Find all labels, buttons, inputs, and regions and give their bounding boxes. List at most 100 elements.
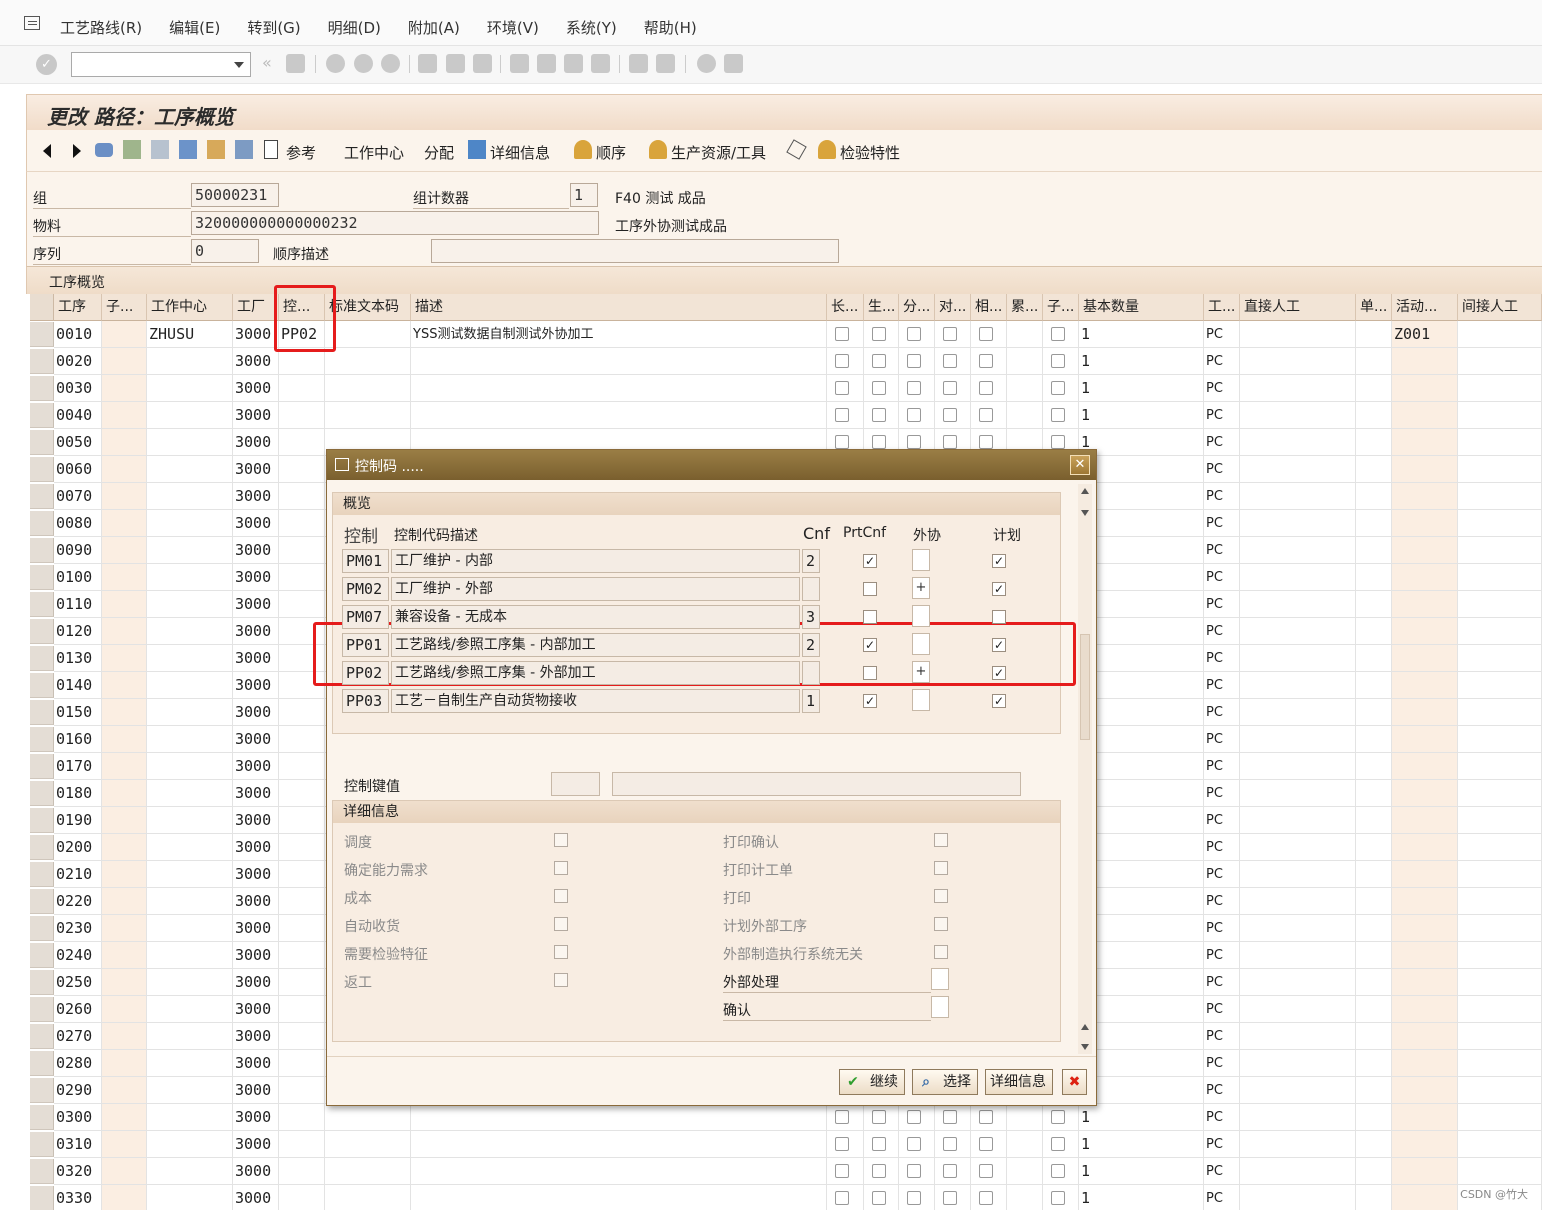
continue-button[interactable]: ✔ 继续 [839,1069,905,1095]
suboperation-cell[interactable] [102,834,147,861]
menu-item[interactable]: 编辑(E) [169,17,220,38]
find-icon[interactable] [446,54,465,73]
unit-cell[interactable]: PC [1204,591,1240,618]
direct-labor-cell[interactable] [1240,915,1356,942]
base-quantity-cell[interactable] [1079,1050,1204,1077]
direct-labor-cell[interactable] [1240,537,1356,564]
plant-cell[interactable]: 3000 [233,1104,279,1131]
detail-info-button[interactable]: 详细信息 [985,1069,1053,1095]
indirect-labor-cell[interactable] [1458,996,1542,1023]
row-selector[interactable] [30,619,54,644]
unit2-cell[interactable] [1356,780,1392,807]
base-quantity-cell[interactable] [1079,456,1204,483]
operation-cell[interactable]: 0230 [54,915,102,942]
cumulate-cell[interactable] [1007,375,1043,402]
suboperation-cell[interactable] [102,888,147,915]
suboperation-cell[interactable] [102,1023,147,1050]
unit-cell[interactable]: PC [1204,780,1240,807]
detail-button[interactable]: 详细信息 [490,142,550,163]
operation-checkbox[interactable] [979,354,993,368]
base-quantity-cell[interactable] [1079,996,1204,1023]
unit-cell[interactable]: PC [1204,915,1240,942]
column-header[interactable]: 分... [899,294,935,321]
operation-cell[interactable]: 0020 [54,348,102,375]
plant-cell[interactable]: 3000 [233,915,279,942]
assign-button[interactable]: 分配 [424,142,454,163]
shortcut-icon[interactable] [656,54,675,73]
work-center-cell[interactable] [147,591,233,618]
description-cell[interactable] [411,1131,827,1158]
operation-cell[interactable]: 0190 [54,807,102,834]
work-center-cell[interactable] [147,456,233,483]
operation-checkbox[interactable] [943,435,957,449]
unit2-cell[interactable] [1356,726,1392,753]
operation-checkbox[interactable] [835,435,849,449]
direct-labor-cell[interactable] [1240,942,1356,969]
column-header[interactable]: 活动... [1392,294,1458,321]
unit2-cell[interactable] [1356,348,1392,375]
activity-type-cell[interactable] [1392,348,1458,375]
row-selector[interactable] [30,1105,54,1130]
group-field[interactable]: 50000231 [191,183,279,207]
control-key-code[interactable]: PP03 [342,689,389,713]
indirect-labor-cell[interactable] [1458,1104,1542,1131]
unit2-cell[interactable] [1356,996,1392,1023]
indirect-labor-cell[interactable] [1458,1050,1542,1077]
indirect-labor-cell[interactable] [1458,672,1542,699]
row-selector[interactable] [30,889,54,914]
column-header[interactable]: 直接人工 [1240,294,1356,321]
control-key-cell[interactable] [279,537,325,564]
indirect-labor-cell[interactable] [1458,888,1542,915]
work-center-cell[interactable] [147,726,233,753]
indirect-labor-cell[interactable] [1458,834,1542,861]
operation-checkbox[interactable] [979,1137,993,1151]
direct-labor-cell[interactable] [1240,1077,1356,1104]
operation-cell[interactable]: 0260 [54,996,102,1023]
back-icon[interactable] [326,54,345,73]
row-selector[interactable] [30,862,54,887]
activity-type-cell[interactable] [1392,375,1458,402]
cancel-icon[interactable] [381,54,400,73]
operation-checkbox[interactable] [835,381,849,395]
plant-cell[interactable]: 3000 [233,942,279,969]
indirect-labor-cell[interactable] [1458,645,1542,672]
control-key-description-field[interactable] [612,772,1021,796]
base-quantity-cell[interactable]: 1 [1079,402,1204,429]
work-center-cell[interactable] [147,672,233,699]
work-center-cell[interactable] [147,888,233,915]
plant-cell[interactable]: 3000 [233,591,279,618]
external-indicator[interactable] [912,549,930,571]
cumulate-cell[interactable] [1007,1131,1043,1158]
unit-cell[interactable]: PC [1204,429,1240,456]
unit2-cell[interactable] [1356,1050,1392,1077]
plant-cell[interactable]: 3000 [233,996,279,1023]
column-header[interactable]: 对... [935,294,971,321]
indirect-labor-cell[interactable] [1458,402,1542,429]
direct-labor-cell[interactable] [1240,672,1356,699]
plant-cell[interactable]: 3000 [233,807,279,834]
activity-type-cell[interactable] [1392,564,1458,591]
cumulate-cell[interactable] [1007,1158,1043,1185]
suboperation-cell[interactable] [102,375,147,402]
direct-labor-cell[interactable] [1240,726,1356,753]
activity-type-cell[interactable] [1392,483,1458,510]
row-selector[interactable] [30,484,54,509]
control-key-cell[interactable] [279,375,325,402]
new-entries-icon[interactable] [207,140,225,159]
operation-checkbox[interactable] [979,327,993,341]
base-quantity-cell[interactable]: 1 [1079,1158,1204,1185]
cnf-value[interactable]: 2 [802,633,820,657]
edit-icon[interactable] [235,140,253,159]
unit2-cell[interactable] [1356,645,1392,672]
operation-cell[interactable]: 0250 [54,969,102,996]
planning-checkbox[interactable] [992,610,1006,624]
plant-cell[interactable]: 3000 [233,537,279,564]
control-key-cell[interactable] [279,456,325,483]
activity-type-cell[interactable] [1392,402,1458,429]
suboperation-cell[interactable] [102,1077,147,1104]
base-quantity-cell[interactable] [1079,942,1204,969]
row-selector[interactable] [30,349,54,374]
activity-type-cell[interactable] [1392,753,1458,780]
activity-type-cell[interactable] [1392,1185,1458,1210]
prt-button[interactable]: 生产资源/工具 [671,142,766,163]
